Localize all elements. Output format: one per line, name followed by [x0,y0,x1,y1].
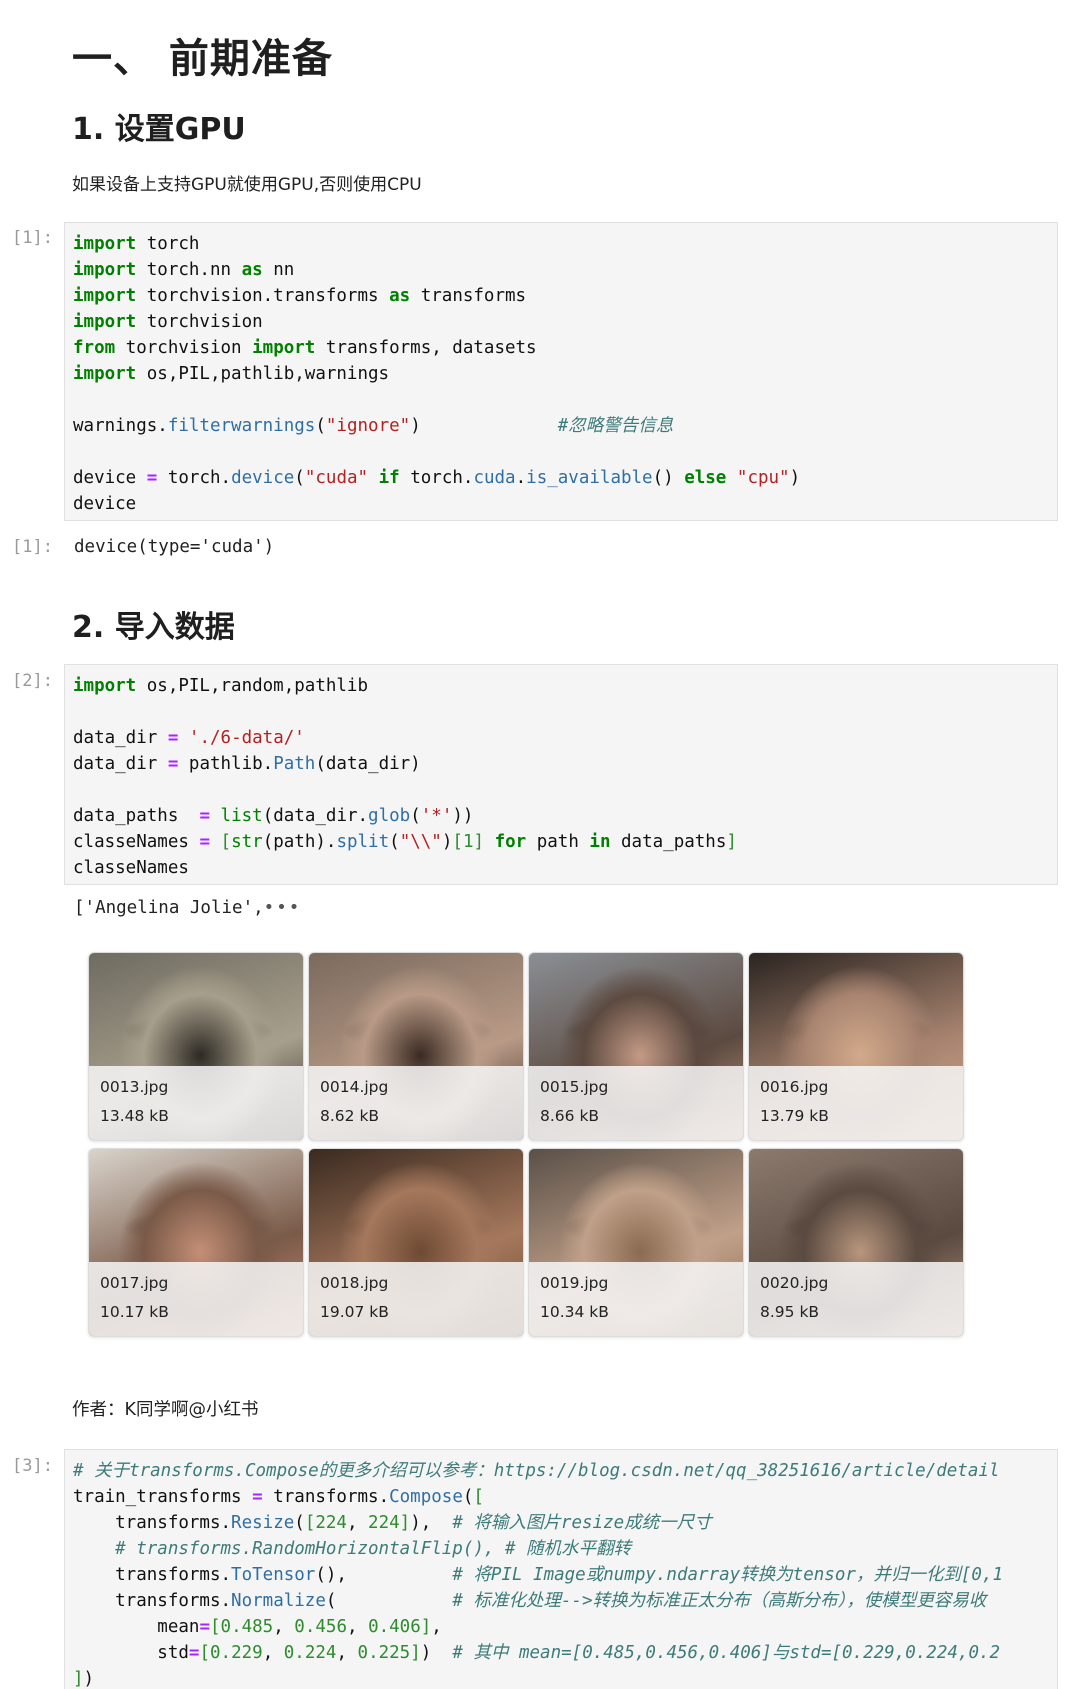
thumbnail-caption: 0016.jpg 13.79 kB [749,1066,963,1140]
section-description: 如果设备上支持GPU就使用GPU,否则使用CPU [72,175,422,195]
thumbnail-filesize: 8.66 kB [540,1107,600,1125]
image-thumbnail-card[interactable]: 0016.jpg 13.79 kB [748,952,964,1141]
thumbnail-caption: 0019.jpg 10.34 kB [529,1262,743,1336]
notebook-page: 一、 前期准备 1. 设置GPU 如果设备上支持GPU就使用GPU,否则使用CP… [0,0,1080,1689]
thumbnail-filesize: 13.79 kB [760,1107,829,1125]
thumbnail-caption: 0020.jpg 8.95 kB [749,1262,963,1336]
thumbnail-filename: 0017.jpg [100,1274,169,1292]
section-heading-gpu: 1. 设置GPU [72,112,246,147]
code-cell-2[interactable]: import os,PIL,random,pathlib data_dir = … [64,664,1058,885]
thumbnail-filename: 0014.jpg [320,1078,389,1096]
cell-input-prompt: [1]: [12,228,53,248]
section-heading-data: 2. 导入数据 [72,610,235,645]
cell-output: ['Angelina Jolie',••• [74,898,301,918]
image-thumbnail-card[interactable]: 0015.jpg 8.66 kB [528,952,744,1141]
thumbnail-filename: 0020.jpg [760,1274,829,1292]
thumbnail-caption: 0018.jpg 19.07 kB [309,1262,523,1336]
thumbnail-filename: 0019.jpg [540,1274,609,1292]
thumbnail-filesize: 8.95 kB [760,1303,820,1321]
code-cell-1[interactable]: import torch import torch.nn as nn impor… [64,222,1058,521]
image-thumbnail-card[interactable]: 0019.jpg 10.34 kB [528,1148,744,1337]
output-text: ['Angelina Jolie', [74,898,264,918]
cell-output-prompt: [1]: [12,537,53,557]
author-credit: 作者：K同学啊@小红书 [72,1400,259,1420]
cell-output: device(type='cuda') [74,537,275,557]
thumbnail-caption: 0013.jpg 13.48 kB [89,1066,303,1140]
thumbnail-filename: 0016.jpg [760,1078,829,1096]
thumbnail-caption: 0014.jpg 8.62 kB [309,1066,523,1140]
cell-input-prompt: [2]: [12,671,53,691]
image-thumbnail-card[interactable]: 0017.jpg 10.17 kB [88,1148,304,1337]
ellipsis-icon[interactable]: ••• [264,898,302,918]
thumbnail-filename: 0013.jpg [100,1078,169,1096]
image-thumbnail-card[interactable]: 0018.jpg 19.07 kB [308,1148,524,1337]
code-editor[interactable]: # 关于transforms.Compose的更多介绍可以参考：https://… [65,1450,1057,1689]
thumbnail-caption: 0015.jpg 8.66 kB [529,1066,743,1140]
code-editor[interactable]: import torch import torch.nn as nn impor… [65,223,1057,520]
thumbnail-filename: 0015.jpg [540,1078,609,1096]
thumbnail-filesize: 13.48 kB [100,1107,169,1125]
thumbnail-filesize: 8.62 kB [320,1107,380,1125]
thumbnail-filename: 0018.jpg [320,1274,389,1292]
code-cell-3[interactable]: # 关于transforms.Compose的更多介绍可以参考：https://… [64,1449,1058,1689]
thumbnail-filesize: 10.34 kB [540,1303,609,1321]
image-thumbnail-card[interactable]: 0020.jpg 8.95 kB [748,1148,964,1337]
code-editor[interactable]: import os,PIL,random,pathlib data_dir = … [65,665,1057,884]
image-thumbnail-card[interactable]: 0014.jpg 8.62 kB [308,952,524,1141]
thumbnail-caption: 0017.jpg 10.17 kB [89,1262,303,1336]
thumbnail-filesize: 10.17 kB [100,1303,169,1321]
cell-input-prompt: [3]: [12,1456,53,1476]
thumbnail-filesize: 19.07 kB [320,1303,389,1321]
page-title: 一、 前期准备 [72,36,333,82]
image-thumbnail-card[interactable]: 0013.jpg 13.48 kB [88,952,304,1141]
